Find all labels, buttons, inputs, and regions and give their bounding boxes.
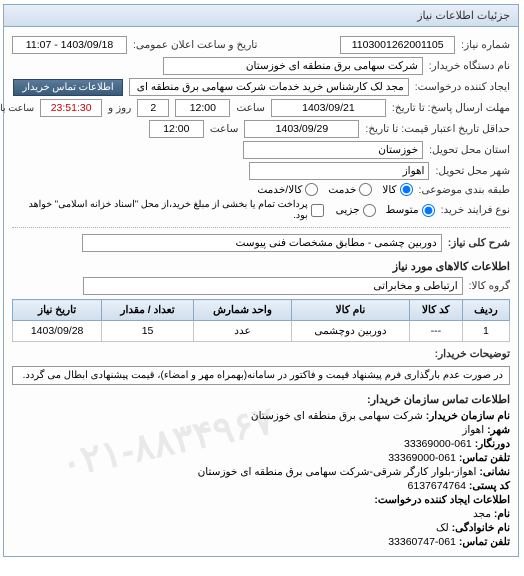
goods-table: ردیف کد کالا نام کالا واحد شمارش تعداد /… <box>13 299 511 342</box>
cell-date: 1403/09/28 <box>14 321 103 342</box>
fax-value: 061-33369000 <box>405 438 473 450</box>
col-name: نام کالا <box>293 300 411 321</box>
contact-title: اطلاعات تماس سازمان خریدار: <box>13 393 511 406</box>
buyer-note-box: در صورت عدم بارگذاری فرم پیشنهاد قیمت و … <box>13 366 511 385</box>
col-qty: تعداد / مقدار <box>103 300 195 321</box>
panel-header: جزئیات اطلاعات نیاز <box>5 5 519 27</box>
address-label: نشانی: <box>480 466 511 478</box>
cell-idx: 1 <box>463 321 510 342</box>
org-name-label: نام سازمان خریدار: <box>427 410 511 422</box>
group-input[interactable] <box>84 277 464 295</box>
city-input[interactable] <box>250 162 430 180</box>
quote-valid-label: حداقل تاریخ اعتبار قیمت: تا تاریخ: <box>366 123 511 135</box>
col-unit: واحد شمارش <box>194 300 292 321</box>
contact-info-block: نام سازمان خریدار: شرکت سهامی برق منطقه … <box>13 410 511 548</box>
province-input[interactable] <box>244 141 424 159</box>
address-value: اهواز-بلوار کارگر شرقی-شرکت سهامی برق من… <box>199 466 478 478</box>
deadline-label: مهلت ارسال پاسخ: تا تاریخ: <box>393 102 511 114</box>
lname-value: لک <box>437 522 450 534</box>
cell-code: --- <box>410 321 463 342</box>
buyer-org-label: نام دستگاه خریدار: <box>430 60 511 72</box>
class-label: طبقه بندی موضوعی: <box>420 184 511 196</box>
remaining-label: ساعت باقی مانده <box>0 103 35 114</box>
pub-date-input[interactable] <box>13 36 128 54</box>
fax-label: دورنگار: <box>476 438 511 450</box>
req-no-input[interactable] <box>341 36 456 54</box>
table-row[interactable]: 1 --- دوربین دوچشمی عدد 15 1403/09/28 <box>14 321 511 342</box>
cell-unit: عدد <box>194 321 292 342</box>
remaining-input[interactable] <box>41 99 103 117</box>
process-radio-group: متوسط جزیی <box>337 204 436 217</box>
process-small-radio[interactable]: جزیی <box>337 204 377 217</box>
process-note-check[interactable]: پرداخت تمام یا بخشی از مبلغ خرید،از محل … <box>13 199 325 221</box>
pub-date-label: تاریخ و ساعت اعلان عمومی: <box>134 39 258 51</box>
postal-label: کد پستی: <box>470 480 511 492</box>
phone-value: 061-33369000 <box>389 452 457 464</box>
col-date: تاریخ نیاز <box>14 300 103 321</box>
lname-label: نام خانوادگی: <box>453 522 511 534</box>
panel-title: جزئیات اطلاعات نیاز <box>418 10 511 22</box>
postal-value: 6137674764 <box>409 480 467 492</box>
days-input[interactable] <box>138 99 170 117</box>
table-header-row: ردیف کد کالا نام کالا واحد شمارش تعداد /… <box>14 300 511 321</box>
days-suffix: روز و <box>109 102 132 114</box>
contact-buyer-button[interactable]: اطلاعات تماس خریدار <box>14 79 123 96</box>
group-label: گروه کالا: <box>470 280 511 292</box>
fname-label: نام: <box>495 508 511 520</box>
deadline-date-input[interactable] <box>272 99 387 117</box>
class-radio-group: کالا خدمت کالا/خدمت <box>258 183 413 196</box>
city-label: شهر محل تحویل: <box>436 165 511 177</box>
cell-name: دوربین دوچشمی <box>293 321 411 342</box>
time-label-1: ساعت <box>237 102 266 114</box>
contact-city-value: اهواز <box>463 424 485 436</box>
deadline-time-input[interactable] <box>176 99 231 117</box>
req-creator-title: اطلاعات ایجاد کننده درخواست: <box>13 494 511 506</box>
process-label: نوع فرایند خرید: <box>442 204 511 216</box>
col-code: کد کالا <box>410 300 463 321</box>
cphone-label: تلفن تماس: <box>460 536 511 548</box>
class-both-radio[interactable]: کالا/خدمت <box>258 183 319 196</box>
col-idx: ردیف <box>463 300 510 321</box>
phone-label: تلفن تماس: <box>460 452 511 464</box>
fname-value: مجد <box>474 508 492 520</box>
overall-input[interactable] <box>83 234 443 252</box>
cell-qty: 15 <box>103 321 195 342</box>
quote-valid-time-input[interactable] <box>150 120 205 138</box>
province-label: استان محل تحویل: <box>430 144 511 156</box>
req-no-label: شماره نیاز: <box>462 39 511 51</box>
time-label-2: ساعت <box>211 123 240 135</box>
details-panel: جزئیات اطلاعات نیاز شماره نیاز: تاریخ و … <box>4 4 520 557</box>
buyer-org-input[interactable] <box>164 57 424 75</box>
creator-input[interactable] <box>130 78 410 96</box>
overall-label: شرح کلی نیاز: <box>449 237 511 249</box>
quote-valid-date-input[interactable] <box>245 120 360 138</box>
buyer-note-label: توضیحات خریدار: <box>436 348 511 360</box>
class-khadmat-radio[interactable]: خدمت <box>329 183 373 196</box>
process-mid-radio[interactable]: متوسط <box>387 204 436 217</box>
creator-label: ایجاد کننده درخواست: <box>416 81 511 93</box>
contact-city-label: شهر: <box>488 424 511 436</box>
goods-info-title: اطلاعات کالاهای مورد نیاز <box>13 260 511 273</box>
panel-body: شماره نیاز: تاریخ و ساعت اعلان عمومی: نا… <box>5 27 519 556</box>
class-kala-radio[interactable]: کالا <box>383 183 413 196</box>
cphone-value: 061-33360747 <box>389 536 457 548</box>
org-name-value: شرکت سهامی برق منطقه ای خوزستان <box>252 410 424 422</box>
